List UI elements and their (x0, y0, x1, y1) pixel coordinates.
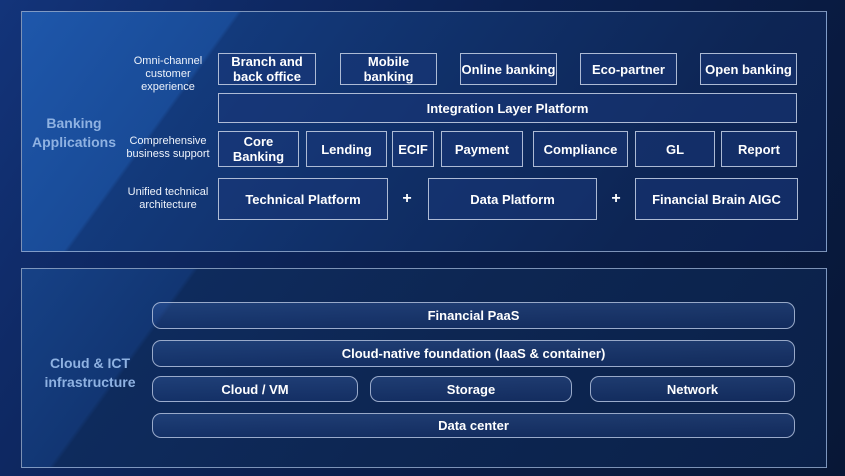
box-branch-back-office: Branch and back office (218, 53, 316, 85)
box-core-banking: Core Banking (218, 131, 299, 167)
box-cloud-native-foundation: Cloud-native foundation (IaaS & containe… (152, 340, 795, 367)
box-core-label: Core Banking (233, 134, 284, 164)
core-line2: Banking (233, 149, 284, 164)
box-report: Report (721, 131, 797, 167)
banking-title-line1: Banking (14, 114, 134, 133)
row-label-omni-channel: Omni-channel customer experience (118, 55, 218, 94)
box-open-banking: Open banking (700, 53, 797, 85)
mobile-line1: Mobile (364, 54, 414, 69)
cloud-title-line1: Cloud & ICT (28, 354, 152, 373)
technical-label-line1: Unified technical (118, 186, 218, 199)
box-eco-partner: Eco-partner (580, 53, 677, 85)
cloud-ict-title: Cloud & ICT infrastructure (28, 354, 152, 392)
branch-line1: Branch and (231, 54, 303, 69)
box-network: Network (590, 376, 795, 402)
box-data-platform: Data Platform (428, 178, 597, 220)
omni-label-line2: customer (118, 68, 218, 81)
row-label-business-support: Comprehensive business support (118, 135, 218, 161)
technical-label-line2: architecture (118, 199, 218, 212)
box-lending: Lending (306, 131, 387, 167)
box-gl: GL (635, 131, 715, 167)
box-cloud-vm: Cloud / VM (152, 376, 358, 402)
core-line1: Core (233, 134, 284, 149)
box-compliance: Compliance (533, 131, 628, 167)
omni-label-line3: experience (118, 81, 218, 94)
box-financial-paas: Financial PaaS (152, 302, 795, 329)
mobile-line2: banking (364, 69, 414, 84)
banking-applications-title: Banking Applications (14, 114, 134, 152)
box-online-banking: Online banking (460, 53, 557, 85)
branch-line2: back office (231, 69, 303, 84)
box-technical-platform: Technical Platform (218, 178, 388, 220)
omni-label-line1: Omni-channel (118, 55, 218, 68)
plus-separator-1: + (400, 191, 414, 207)
box-financial-brain-aigc: Financial Brain AIGC (635, 178, 798, 220)
cloud-title-line2: infrastructure (28, 373, 152, 392)
box-integration-layer-platform: Integration Layer Platform (218, 93, 797, 123)
box-ecif: ECIF (392, 131, 434, 167)
plus-separator-2: + (609, 191, 623, 207)
box-mobile-label: Mobile banking (364, 54, 414, 84)
banking-title-line2: Applications (14, 133, 134, 152)
box-payment: Payment (441, 131, 523, 167)
box-storage: Storage (370, 376, 572, 402)
box-branch-label: Branch and back office (231, 54, 303, 84)
business-label-line2: business support (118, 148, 218, 161)
row-label-technical-architecture: Unified technical architecture (118, 186, 218, 212)
box-data-center: Data center (152, 413, 795, 438)
business-label-line1: Comprehensive (118, 135, 218, 148)
box-mobile-banking: Mobile banking (340, 53, 437, 85)
